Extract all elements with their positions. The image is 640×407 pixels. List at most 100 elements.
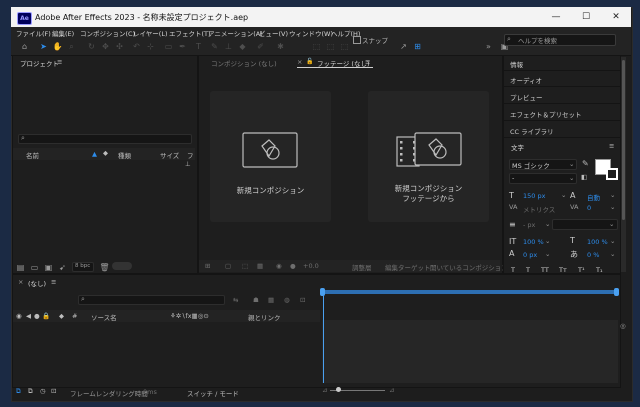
camera-tool-icon[interactable]: ✥ xyxy=(100,41,111,52)
timeline-zoom-slider-knob[interactable] xyxy=(336,387,341,392)
all-caps-icon[interactable]: TT xyxy=(541,266,549,274)
tab-project[interactable]: プロジェクト xyxy=(20,58,59,68)
panel-menu-icon[interactable]: ≡ xyxy=(51,278,56,286)
small-caps-icon[interactable]: Tт xyxy=(559,266,567,274)
snap-grid-icon[interactable]: ⊞ xyxy=(412,41,423,52)
flowchart-icon[interactable]: ⊥ xyxy=(185,160,191,168)
magnification-icon[interactable]: ⊞ xyxy=(205,262,210,270)
motion-blur-icon[interactable]: ◍ xyxy=(284,296,290,304)
col-frame[interactable]: フ xyxy=(187,150,194,160)
panel-audio[interactable]: オーディオ xyxy=(504,71,620,87)
col-name[interactable]: 名前 xyxy=(26,150,39,160)
snap-option-icon[interactable]: ↗ xyxy=(398,41,409,52)
panel-menu-icon[interactable]: ≡ xyxy=(365,58,370,66)
rotate-tool-icon[interactable]: ↻ xyxy=(86,41,97,52)
current-time-indicator[interactable] xyxy=(323,296,324,383)
zoom-tool-icon[interactable]: ⌕ xyxy=(66,41,77,52)
minimize-button[interactable]: — xyxy=(541,7,571,27)
adjust-icon[interactable]: ➹ xyxy=(57,262,68,273)
close-button[interactable]: ✕ xyxy=(601,7,631,27)
tracking-value[interactable]: 0 xyxy=(587,204,591,212)
tab-composition[interactable]: コンポジション (なし) xyxy=(211,58,277,68)
superscript-icon[interactable]: T¹ xyxy=(578,266,585,274)
toggle-switches-modes-button[interactable]: スイッチ / モード xyxy=(187,388,239,398)
rectangle-tool-icon[interactable]: ▭ xyxy=(163,41,174,52)
interpret-footage-icon[interactable]: ▤ xyxy=(15,262,26,273)
label-tag-icon[interactable]: ◆ xyxy=(59,312,64,320)
comp-button-icon[interactable]: ◎ xyxy=(620,322,626,330)
open-compositions-button[interactable]: 開いているコンポジション xyxy=(430,262,508,272)
font-size-value[interactable]: 150 px xyxy=(523,192,545,200)
video-eye-icon[interactable]: ◉ xyxy=(16,312,22,320)
horizontal-scale-value[interactable]: 100 % xyxy=(587,238,608,246)
trash-icon[interactable]: 🗑 xyxy=(99,262,110,273)
hand-tool-icon[interactable]: ✋ xyxy=(52,41,63,52)
type-tool-icon[interactable]: T xyxy=(193,41,204,52)
new-composition-button[interactable]: 新規コンポジション xyxy=(210,91,331,222)
stroke-color-swatch[interactable] xyxy=(606,168,618,180)
snap-checkbox[interactable] xyxy=(353,36,361,44)
puppet-tool-icon[interactable]: ✱ xyxy=(275,41,286,52)
home-icon[interactable]: ⌂ xyxy=(19,41,30,52)
label-tag-icon[interactable]: ◆ xyxy=(103,149,108,157)
panel-preview[interactable]: プレビュー xyxy=(504,88,620,104)
eyedropper-icon[interactable]: ✎ xyxy=(582,159,589,168)
axis-local-icon[interactable]: ⬚ xyxy=(311,41,322,52)
orbit-tool-icon[interactable]: ↶ xyxy=(131,41,142,52)
stroke-width-value[interactable]: - px xyxy=(523,221,535,229)
faux-bold-icon[interactable]: T xyxy=(511,266,515,274)
region-icon[interactable]: ⬚ xyxy=(242,262,248,270)
col-type[interactable]: 種類 xyxy=(118,150,131,160)
work-area-bar[interactable] xyxy=(322,290,618,294)
col-parent-link[interactable]: 親とリンク xyxy=(248,312,281,322)
comp-mini-flowchart-icon[interactable]: ⇆ xyxy=(233,296,238,304)
panel-menu-icon[interactable]: ≡ xyxy=(57,58,62,66)
faux-italic-icon[interactable]: T xyxy=(526,266,530,274)
lock-icon[interactable]: 🔒 xyxy=(42,312,50,320)
solo-icon[interactable]: ● xyxy=(34,312,40,320)
frame-blending-icon[interactable]: ▦ xyxy=(268,296,274,304)
layer-switches-toggle-icon[interactable]: ⧉ xyxy=(16,387,21,396)
subscript-icon[interactable]: T₁ xyxy=(596,266,603,274)
brush-tool-icon[interactable]: ✎ xyxy=(209,41,220,52)
transfer-controls-toggle-icon[interactable]: ⧉ xyxy=(28,387,33,396)
col-size[interactable]: サイズ xyxy=(160,150,179,160)
new-composition-from-footage-button[interactable]: 新規コンポジション フッテージから xyxy=(368,91,489,222)
baseline-shift-value[interactable]: 0 px xyxy=(523,251,537,259)
new-composition-icon[interactable]: ▣ xyxy=(43,262,54,273)
pen-tool-icon[interactable]: ✒ xyxy=(177,41,188,52)
adjustment-layer-button[interactable]: 調整層 xyxy=(352,262,372,272)
close-tab-icon[interactable]: × xyxy=(18,278,23,286)
clone-stamp-tool-icon[interactable]: ⊥ xyxy=(223,41,234,52)
show-channel-icon[interactable]: ● xyxy=(290,262,296,270)
panel-info[interactable]: 情報 xyxy=(504,55,620,71)
col-source-name[interactable]: ソース名 xyxy=(91,312,117,322)
zoom-in-icon[interactable]: ⊿ xyxy=(389,386,394,394)
project-panel-slider[interactable] xyxy=(112,262,132,270)
panel-cc-libraries[interactable]: CC ライブラリ xyxy=(504,122,620,138)
menu-window[interactable]: ウィンドウ(W) xyxy=(289,28,333,38)
maximize-button[interactable]: ☐ xyxy=(571,7,601,27)
exposure-value[interactable]: +0.0 xyxy=(303,262,319,270)
expand-workspaces-icon[interactable]: » xyxy=(483,41,494,52)
audio-icon[interactable]: ◀ xyxy=(26,312,31,320)
layer-number-icon[interactable]: # xyxy=(72,312,77,320)
menu-view[interactable]: ビュー(V) xyxy=(259,28,288,38)
graph-editor-icon[interactable]: ⊡ xyxy=(300,296,305,304)
anchor-tool-icon[interactable]: ⊹ xyxy=(145,41,156,52)
zoom-out-icon[interactable]: ⊿ xyxy=(322,386,327,394)
sort-up-icon[interactable]: ▲ xyxy=(92,150,97,158)
menu-layer[interactable]: レイヤー(L) xyxy=(133,28,168,38)
edit-target-button[interactable]: 編集ターゲット xyxy=(385,262,431,272)
menu-file[interactable]: ファイル(F) xyxy=(16,28,51,38)
panel-effects-presets[interactable]: エフェクト＆プリセット xyxy=(504,105,620,121)
tab-timeline[interactable]: (なし) xyxy=(28,278,46,288)
font-style-dropdown[interactable] xyxy=(509,173,577,184)
axis-view-icon[interactable]: ⬚ xyxy=(339,41,350,52)
in-out-toggle-icon[interactable]: ◷ xyxy=(40,387,46,395)
selection-tool-icon[interactable]: ➤ xyxy=(38,41,49,52)
tsume-value[interactable]: 0 % xyxy=(587,251,599,259)
resolution-icon[interactable]: ▢ xyxy=(225,262,231,270)
menu-animation[interactable]: アニメーション(A) xyxy=(208,28,263,38)
pan-behind-tool-icon[interactable]: ✣ xyxy=(114,41,125,52)
